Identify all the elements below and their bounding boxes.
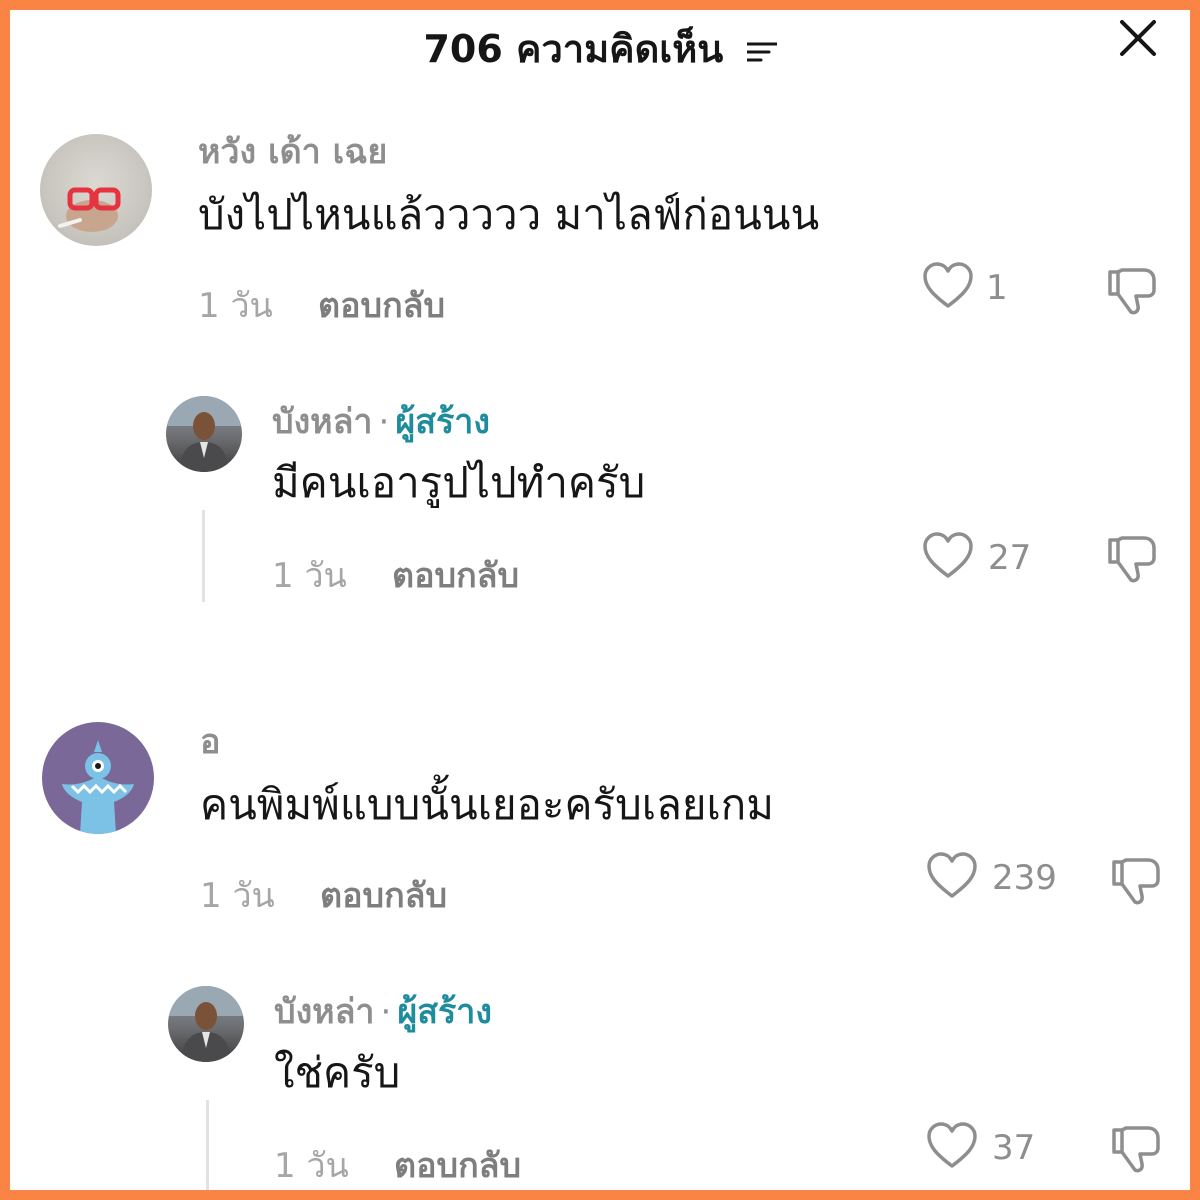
comment-username[interactable]: บังหล่า · ผู้สร้าง	[272, 394, 490, 448]
creator-name: บังหล่า	[274, 992, 375, 1032]
thumbs-down-icon[interactable]	[1108, 1122, 1164, 1176]
reply-button[interactable]: ตอบกลับ	[318, 278, 445, 332]
comment-text: ใช่ครับ	[274, 1048, 401, 1097]
comments-panel: 706 ความคิดเห็น หวัง เด้า เฉย บังไปไหนแล…	[10, 10, 1190, 1190]
like-count: 239	[992, 858, 1057, 898]
avatar[interactable]	[42, 722, 154, 834]
comment-username[interactable]: หวัง เด้า เฉย	[198, 124, 387, 178]
comments-count-title: 706 ความคิดเห็น	[423, 27, 724, 71]
creator-badge: ผู้สร้าง	[397, 992, 492, 1032]
avatar[interactable]	[40, 134, 152, 246]
thread-line	[206, 1100, 209, 1190]
avatar[interactable]	[166, 396, 242, 472]
separator-dot: ·	[378, 402, 390, 442]
thumbs-down-icon[interactable]	[1104, 264, 1160, 318]
comments-title-row[interactable]: 706 ความคิดเห็น	[10, 18, 1190, 79]
thumbs-down-icon[interactable]	[1108, 854, 1164, 908]
like-count: 27	[988, 538, 1032, 578]
heart-icon[interactable]	[926, 852, 978, 900]
person-avatar-icon	[166, 396, 242, 472]
separator-dot: ·	[380, 992, 392, 1032]
comment-time: 1 วัน	[198, 286, 273, 326]
person-avatar-icon	[168, 986, 244, 1062]
creator-badge: ผู้สร้าง	[395, 402, 490, 442]
reply-button[interactable]: ตอบกลับ	[320, 868, 447, 922]
comment-text: คนพิมพ์แบบนั้นเยอะครับเลยเกม	[200, 780, 774, 829]
reply-button[interactable]: ตอบกลับ	[392, 548, 519, 602]
comment-text: มีคนเอารูปไปทำครับ	[272, 458, 646, 507]
creator-name: บังหล่า	[272, 402, 373, 442]
comment-time: 1 วัน	[274, 1146, 349, 1186]
comments-header: 706 ความคิดเห็น	[10, 10, 1190, 71]
reply-button[interactable]: ตอบกลับ	[394, 1138, 521, 1190]
heart-icon[interactable]	[926, 1122, 978, 1170]
comment-text: บังไปไหนแล้ววววว มาไลฟ์ก่อนนน	[198, 190, 820, 239]
like-count: 1	[986, 268, 1008, 308]
heart-icon[interactable]	[922, 262, 974, 310]
heart-icon[interactable]	[922, 532, 974, 580]
sunglasses-avatar-icon	[58, 187, 121, 232]
comment-time: 1 วัน	[200, 876, 275, 916]
comment-time: 1 วัน	[272, 556, 347, 596]
sort-lines-icon[interactable]	[746, 41, 777, 63]
thread-line	[202, 510, 205, 602]
thumbs-down-icon[interactable]	[1104, 532, 1160, 586]
comment-username[interactable]: อ	[200, 714, 220, 768]
close-x-icon[interactable]	[1116, 16, 1160, 60]
avatar[interactable]	[168, 986, 244, 1062]
like-count: 37	[992, 1128, 1036, 1168]
monster-avatar-icon	[62, 740, 134, 834]
comment-username[interactable]: บังหล่า · ผู้สร้าง	[274, 984, 492, 1038]
